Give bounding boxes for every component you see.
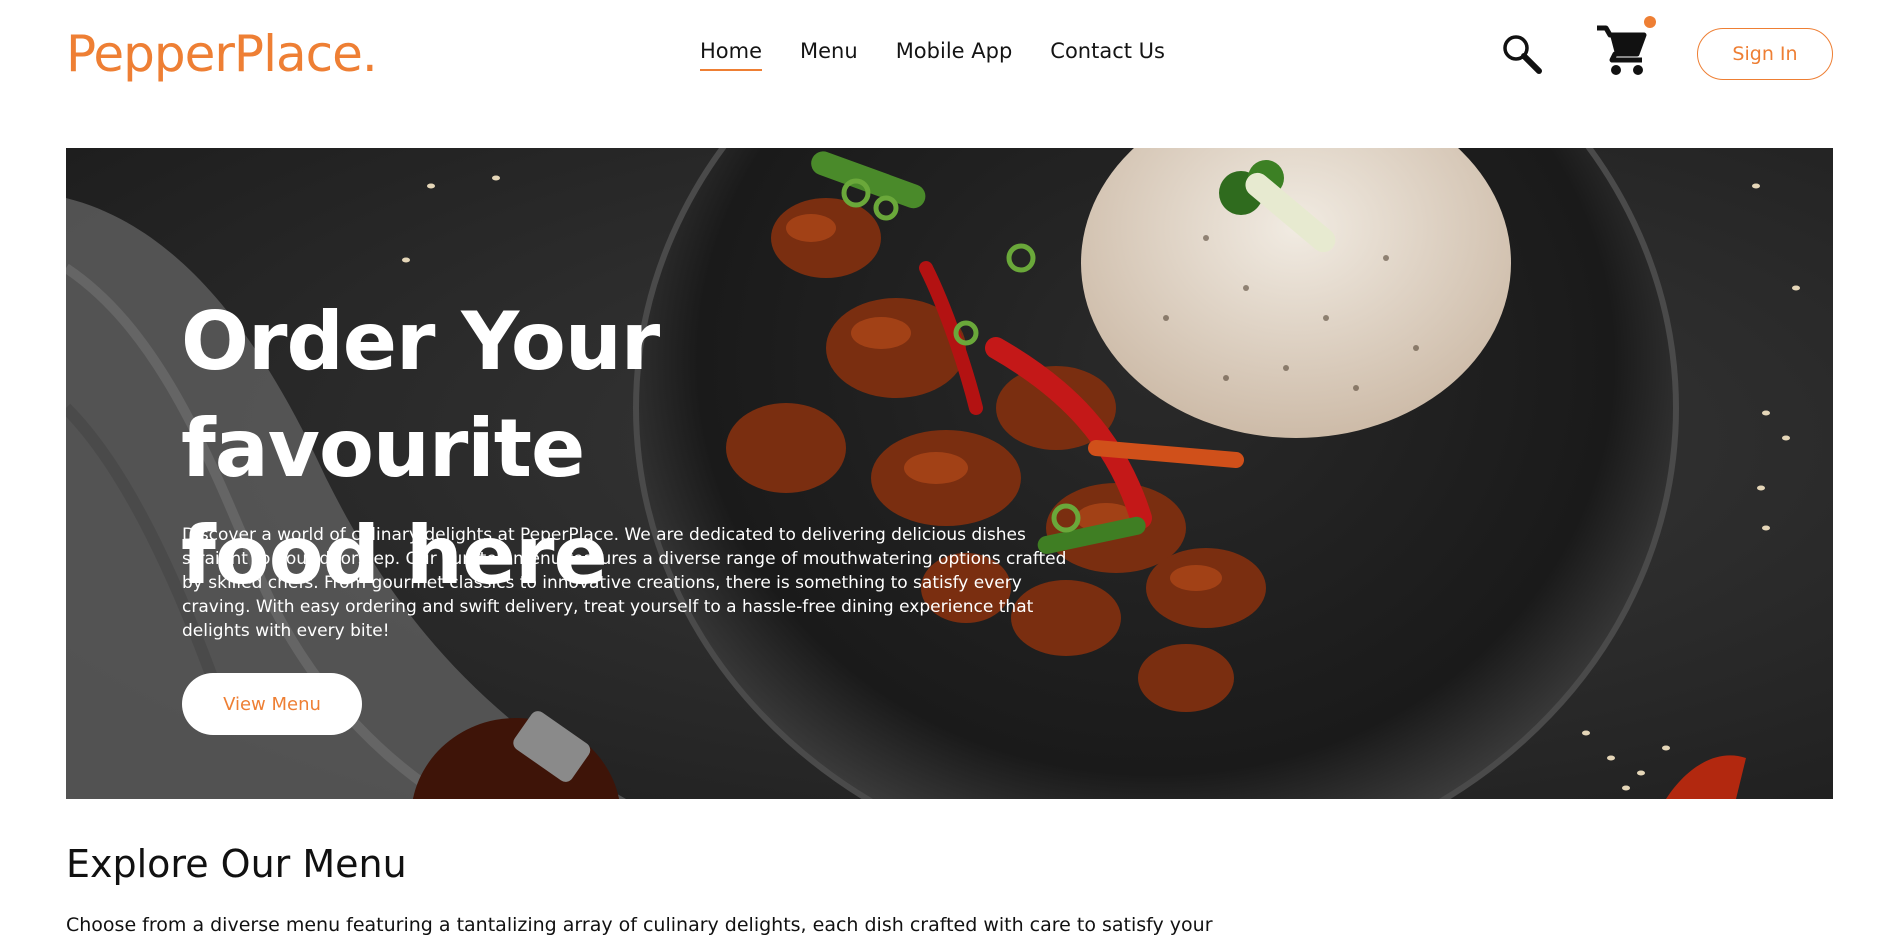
view-menu-button[interactable]: View Menu [182,673,362,735]
main-nav: Home Menu Mobile App Contact Us [700,36,1165,71]
explore-menu-text: Choose from a diverse menu featuring a t… [66,914,1213,936]
sign-in-button[interactable]: Sign In [1697,28,1833,80]
hero-title-line1: Order Your favourite [181,295,660,495]
nav-item-home[interactable]: Home [700,36,763,71]
nav-item-contact-us[interactable]: Contact Us [1050,36,1165,66]
hero-description: Discover a world of culinary delights at… [182,525,1067,641]
explore-menu-title: Explore Our Menu [66,842,407,886]
search-icon[interactable] [1500,32,1544,76]
cart-icon[interactable] [1593,22,1653,82]
page: PepperPlace. Home Menu Mobile App Contac… [0,0,1900,948]
cart-notification-dot [1644,16,1656,28]
brand-logo[interactable]: PepperPlace. [66,22,378,86]
nav-item-menu[interactable]: Menu [800,36,858,66]
nav-item-mobile-app[interactable]: Mobile App [896,36,1013,66]
hero-banner: Order Your favourite food here Discover … [66,148,1833,799]
